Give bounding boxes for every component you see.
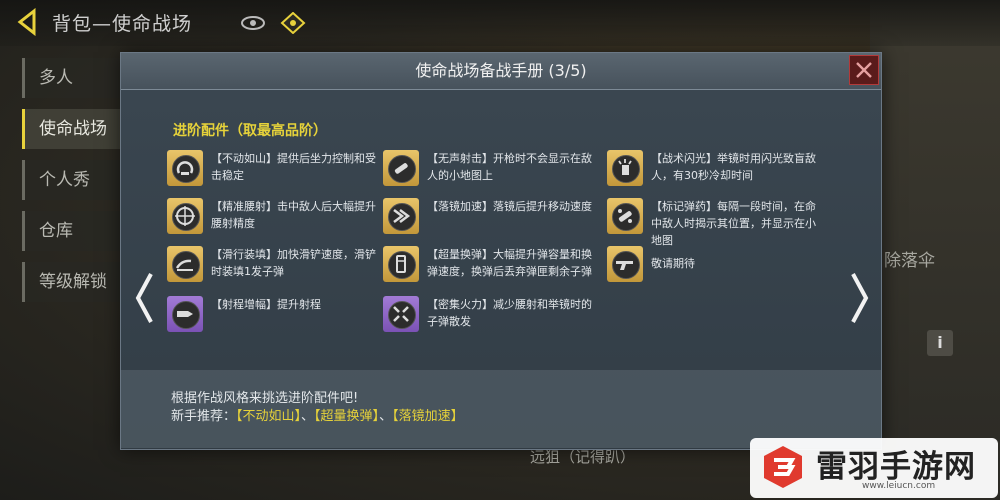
silencer-icon (394, 163, 408, 174)
handbook-modal: 使命战场备战手册 (3/5) 进阶配件（取最高品阶） 【不动如山】提供后坐力控制… (120, 52, 882, 450)
prev-page-arrow-icon[interactable] (133, 270, 155, 326)
eye-icon[interactable] (240, 12, 266, 34)
perk-description: 【战术闪光】举镜时用闪光致盲敌人，有30秒冷却时间 (651, 152, 816, 182)
close-button[interactable] (849, 55, 879, 85)
perk-icon-frame (607, 150, 643, 186)
recommended-perk: 【超量换弹】 (314, 409, 380, 424)
modal-body: 进阶配件（取最高品阶） 【不动如山】提供后坐力控制和受击稳定 【精准腰射】击中敌… (121, 90, 881, 448)
perk-icon-frame (383, 198, 419, 234)
perk-description: 【标记弹药】每隔一段时间，在命中敌人时揭示其位置，并显示在小地图 (651, 200, 816, 247)
perk-icon-frame (383, 296, 419, 332)
tracker-icon (618, 209, 632, 223)
slide-icon (175, 259, 193, 271)
perk-description: 【无声射击】开枪时不会显示在敌人的小地图上 (427, 152, 592, 182)
perk-icon-frame (167, 150, 203, 186)
modal-title: 使命战场备战手册 (3/5) (121, 53, 881, 90)
top-icons (240, 12, 306, 34)
gun-icon (616, 261, 633, 270)
next-page-arrow-icon[interactable] (849, 270, 871, 326)
info-button[interactable]: i (927, 330, 953, 356)
spread-icon (393, 306, 409, 322)
watermark-name: 雷羽手游网 (816, 449, 976, 485)
side-item-battle-royale[interactable]: 使命战场 (22, 109, 132, 149)
beginner-recommendation: 新手推荐：【不动如山】、【超量换弹】、【落镜加速】 (171, 405, 464, 424)
bullet-icon (177, 311, 193, 317)
perk-icon-frame (167, 246, 203, 282)
back-arrow-icon[interactable] (14, 8, 42, 36)
watermark-url: www.leiucn.com (862, 481, 936, 491)
flash-icon (618, 159, 632, 175)
site-watermark: 雷羽手游网 www.leiucn.com (750, 438, 998, 498)
section-title: 进阶配件（取最高品阶） (173, 123, 327, 139)
perk-description: 【密集火力】减少腰射和举镜时的子弹散发 (427, 298, 592, 328)
perk-description: 【落镜加速】落镜后提升移动速度 (427, 200, 592, 213)
stance-icon (176, 161, 194, 175)
side-item-warehouse[interactable]: 仓库 (22, 211, 132, 251)
recommended-perk: 【不动如山】 (236, 409, 302, 424)
perk-icon-frame (383, 150, 419, 186)
perk-description: 【射程增幅】提升射程 (211, 298, 321, 311)
side-item-level-unlock[interactable]: 等级解锁 (22, 262, 132, 302)
page-title: 背包—使命战场 (52, 13, 193, 35)
perk-icon-frame (607, 198, 643, 234)
recommendation-panel: 根据作战风格来挑选进阶配件吧! 新手推荐：【不动如山】、【超量换弹】、【落镜加速… (121, 370, 881, 448)
recommended-perk: 【落镜加速】 (392, 409, 464, 424)
perk-description: 【精准腰射】击中敌人后大幅提升腰射精度 (211, 200, 376, 230)
tip-text: 根据作战风格来挑选进阶配件吧! (171, 391, 359, 406)
top-bar: 背包—使命战场 (0, 0, 1000, 46)
perk-description: 【不动如山】提供后坐力控制和受击稳定 (211, 152, 376, 182)
speed-icon (393, 209, 411, 223)
site-logo-icon (764, 446, 802, 488)
perk-icon-frame (167, 198, 203, 234)
side-item-personal-show[interactable]: 个人秀 (22, 160, 132, 200)
side-menu: 多人 使命战场 个人秀 仓库 等级解锁 (22, 58, 132, 313)
crosshair-icon (175, 206, 195, 226)
close-icon (856, 62, 872, 78)
perk-icon-frame (607, 246, 643, 282)
perk-description: 【超量换弹】大幅提升弹容量和换弹速度，换弹后丢弃弹匣剩余子弹 (427, 248, 592, 278)
perk-description: 敬请期待 (651, 257, 695, 270)
perk-icon-frame (167, 296, 203, 332)
background-parachute-label: 除落伞 (884, 251, 935, 271)
separator: 、 (301, 409, 315, 424)
separator: 、 (379, 409, 393, 424)
magazine-icon (396, 255, 406, 273)
diamond-badge-icon[interactable] (280, 12, 306, 34)
perk-icon-frame (383, 246, 419, 282)
perk-description: 【滑行装填】加快滑铲速度，滑铲时装填1发子弹 (211, 248, 376, 278)
side-item-multiplayer[interactable]: 多人 (22, 58, 132, 98)
tip-prefix: 新手推荐： (171, 409, 237, 424)
